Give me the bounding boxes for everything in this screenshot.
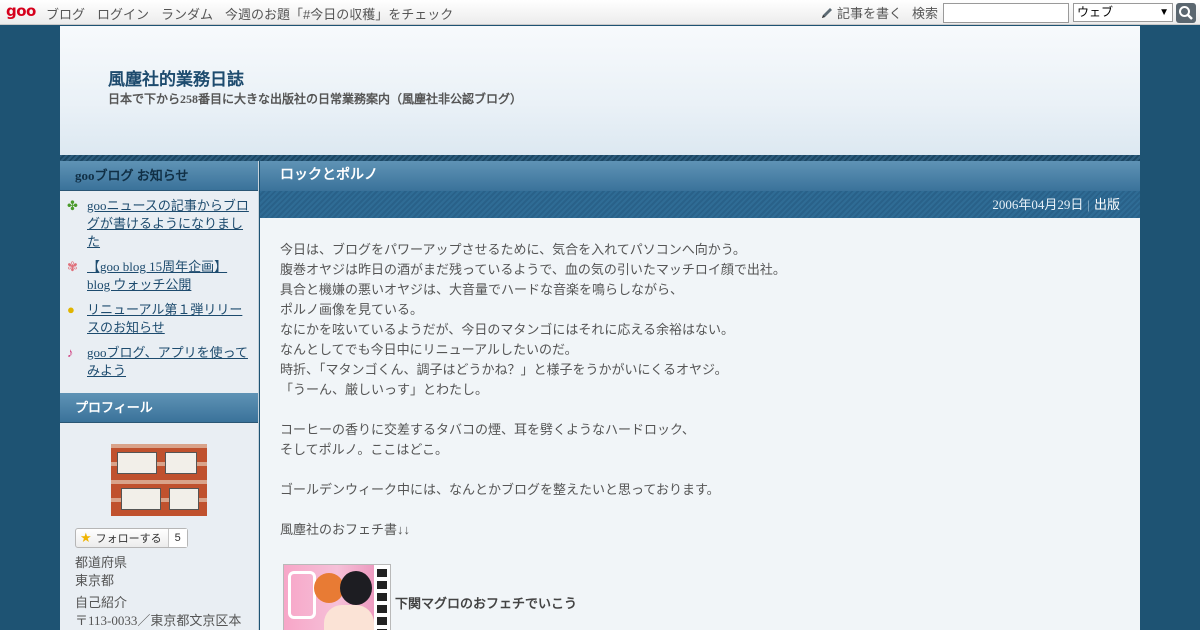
post-line: ゴールデンウィーク中には、なんとかブログを整えたいと思っております。: [280, 482, 720, 497]
post-body: 今日は、ブログをパワーアップさせるために、気合を入れてパソコンへ向かう。 腹巻オ…: [260, 218, 1140, 630]
post-line-blank: [280, 500, 1120, 520]
prefecture-value: 東京都: [75, 573, 115, 588]
post-line: 「うーん、厳しいっす」とわたし。: [280, 382, 489, 397]
follower-count: 5: [168, 529, 187, 547]
book-cover-image[interactable]: [283, 564, 391, 630]
post-meta: 2006年04月29日 | 出版: [260, 191, 1140, 218]
prefecture-label: 都道府県: [75, 555, 128, 570]
notice-item: ✾ 【goo blog 15周年企画】blog ウォッチ公開: [67, 258, 250, 294]
post-title[interactable]: ロックとポルノ: [260, 161, 1140, 191]
blog-header: 風塵社的業務日誌 日本で下から258番目に大きな出版社の日常業務案内（風塵社非公…: [60, 26, 1140, 156]
post-date: 2006年04月29日: [992, 197, 1084, 212]
top-nav: ブログ ログイン ランダム 今週のお題「#今日の収穫」をチェック: [46, 4, 453, 23]
nav-weekly-topic-link[interactable]: 今週のお題「#今日の収穫」をチェック: [225, 4, 453, 23]
blog-subtitle: 日本で下から258番目に大きな出版社の日常業務案内（風塵社非公認ブログ）: [108, 92, 523, 106]
nav-blog-link[interactable]: ブログ: [46, 4, 85, 23]
post-category-link[interactable]: 出版: [1094, 197, 1120, 212]
lightbulb-icon: ●: [67, 302, 75, 317]
search-label: 検索: [911, 6, 938, 21]
book-title[interactable]: 下関マグロのおフェチでいこう: [395, 594, 577, 614]
goo-logo[interactable]: goo: [6, 2, 36, 20]
post-line: なんとしてでも今日中にリニューアルしたいのだ。: [280, 342, 578, 357]
post-line: 今日は、ブログをパワーアップさせるために、気合を入れてパソコンへ向かう。: [280, 242, 746, 257]
write-article-link[interactable]: 記事を書く: [837, 3, 902, 22]
pencil-icon: [821, 7, 832, 18]
profile-body: ★ フォローする 5 都道府県 東京都 自己紹介 〒113-0033／東京都文京…: [60, 423, 258, 630]
post-line: 腹巻オヤジは昨日の酒がまだ残っているようで、血の気の引いたマッチロイ顔で出社。: [280, 262, 786, 277]
blog-title[interactable]: 風塵社的業務日誌: [108, 65, 244, 90]
post-line: そしてポルノ。ここはどこ。: [280, 442, 448, 457]
post-line: 時折、「マタンゴくん、調子はどうかね？」と様子をうかがいにくるオヤジ。: [280, 362, 728, 377]
profile-heading: プロフィール: [60, 393, 258, 423]
search-scope-select[interactable]: ウェブ ▼: [1073, 3, 1173, 22]
post-line-blank: [280, 400, 1120, 420]
profile-image[interactable]: [111, 444, 207, 516]
follow-label: フォローする: [95, 533, 162, 545]
notice-item: ✤ gooニュースの記事からブログが書けるようになりました: [67, 197, 250, 251]
search-button[interactable]: [1176, 2, 1196, 23]
notice-link[interactable]: gooブログ、アプリを使ってみよう: [87, 344, 250, 380]
search-input[interactable]: [943, 2, 1069, 23]
star-icon: ★: [80, 530, 92, 545]
post-line: コーヒーの香りに交差するタバコの煙、耳を劈くようなハードロック、: [280, 422, 695, 437]
notice-item: ♪ gooブログ、アプリを使ってみよう: [67, 344, 250, 380]
music-note-icon: ♪: [67, 345, 74, 360]
nav-login-link[interactable]: ログイン: [97, 4, 149, 23]
notice-list: ✤ gooニュースの記事からブログが書けるようになりました ✾ 【goo blo…: [60, 191, 258, 393]
post-line: 具合と機嫌の悪いオヤジは、大音量でハードな音楽を鳴らしながら、: [280, 282, 684, 297]
clover-icon: ✤: [67, 198, 78, 213]
post-line: 風塵社のおフェチ書↓↓: [280, 522, 411, 537]
search-scope-value: ウェブ: [1077, 5, 1114, 19]
flower-icon: ✾: [67, 259, 78, 274]
search-icon: [1179, 5, 1193, 20]
notice-link[interactable]: gooニュースの記事からブログが書けるようになりました: [87, 197, 250, 251]
nav-random-link[interactable]: ランダム: [161, 4, 213, 23]
top-right-tools: 記事を書く 検索 ウェブ ▼: [820, 2, 1200, 23]
sidebar: gooブログ お知らせ ✤ gooニュースの記事からブログが書けるようになりまし…: [60, 161, 259, 630]
goo-top-bar: goo ブログ ログイン ランダム 今週のお題「#今日の収穫」をチェック 記事を…: [0, 0, 1200, 25]
intro-label: 自己紹介: [75, 595, 128, 610]
notice-heading: gooブログ お知らせ: [60, 161, 258, 191]
notice-item: ● リニューアル第１弾リリースのお知らせ: [67, 301, 250, 337]
notice-link[interactable]: リニューアル第１弾リリースのお知らせ: [87, 301, 250, 337]
chevron-down-icon: ▼: [1159, 7, 1169, 18]
post-line-blank: [280, 460, 1120, 480]
intro-value: 〒113-0033／東京都文京区本: [75, 613, 242, 628]
follow-button[interactable]: ★ フォローする 5: [75, 528, 188, 548]
book-link[interactable]: 下関マグロのおフェチでいこう: [280, 564, 1120, 630]
notice-link[interactable]: 【goo blog 15周年企画】blog ウォッチ公開: [87, 258, 250, 294]
blog-page: 風塵社的業務日誌 日本で下から258番目に大きな出版社の日常業務案内（風塵社非公…: [60, 26, 1140, 630]
post-line: ポルノ画像を見ている。: [280, 302, 424, 317]
post-line: なにかを呟いているようだが、今日のマタンゴにはそれに応える余裕はない。: [280, 322, 734, 337]
main-content: ロックとポルノ 2006年04月29日 | 出版 今日は、ブログをパワーアップさせる…: [260, 161, 1140, 630]
